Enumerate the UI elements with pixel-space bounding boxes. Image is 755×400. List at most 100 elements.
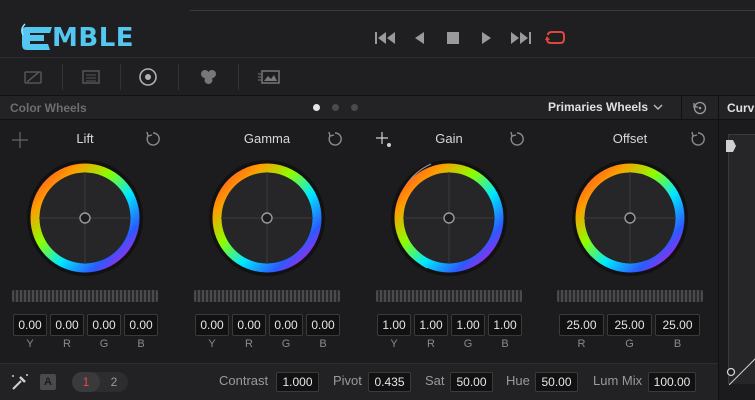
adjustment-bar: A 1 2 Contrast 1.000 Pivot 0.435 Sat 50.… bbox=[0, 363, 718, 400]
logo-e-mark bbox=[21, 23, 52, 50]
transport-controls bbox=[374, 28, 566, 48]
camera-raw-icon bbox=[24, 71, 42, 84]
lift-g-field[interactable]: 0.00 bbox=[87, 314, 121, 336]
wheel-reset-button[interactable] bbox=[509, 131, 525, 147]
wheel-lift: Lift 0.00 0.00 0.00 0.00 Y R G B bbox=[0, 120, 170, 363]
gain-g-field[interactable]: 1.00 bbox=[451, 314, 485, 336]
gamma-r-field[interactable]: 0.00 bbox=[232, 314, 266, 336]
lift-b-field[interactable]: 0.00 bbox=[124, 314, 158, 336]
auto-balance-button[interactable] bbox=[10, 373, 30, 391]
tool-color-wheels[interactable] bbox=[135, 64, 161, 90]
curves-panel bbox=[718, 120, 755, 400]
step-back-button[interactable] bbox=[408, 28, 430, 48]
color-wheels-header: Color Wheels Primaries Wheels bbox=[0, 96, 718, 120]
gamma-b-field[interactable]: 0.00 bbox=[306, 314, 340, 336]
sat-label: Sat bbox=[425, 373, 445, 388]
skip-to-end-icon bbox=[511, 32, 531, 44]
loop-icon bbox=[545, 31, 565, 44]
reset-icon bbox=[693, 101, 707, 115]
page-dot-2[interactable] bbox=[332, 104, 339, 111]
page-switcher: 1 2 bbox=[72, 372, 128, 392]
wheel-values: 0.00 0.00 0.00 0.00 bbox=[195, 314, 340, 336]
offset-r-field[interactable]: 25.00 bbox=[559, 314, 604, 336]
palette-toolbar bbox=[0, 58, 755, 96]
lift-r-field[interactable]: 0.00 bbox=[50, 314, 84, 336]
skip-to-start-button[interactable] bbox=[374, 28, 396, 48]
hue-label: Hue bbox=[506, 373, 530, 388]
channel-label: G bbox=[99, 338, 109, 350]
reset-icon bbox=[510, 131, 524, 146]
play-icon bbox=[482, 32, 491, 44]
curve-line bbox=[729, 358, 755, 385]
tool-color-match[interactable] bbox=[78, 64, 104, 90]
channel-label: B bbox=[137, 338, 145, 350]
contrast-label: Contrast bbox=[219, 373, 269, 388]
channel-label: B bbox=[319, 338, 327, 350]
gain-r-field[interactable]: 1.00 bbox=[414, 314, 448, 336]
lift-color-wheel[interactable] bbox=[25, 158, 145, 278]
gamma-y-field[interactable]: 0.00 bbox=[195, 314, 229, 336]
page-dot-1[interactable] bbox=[313, 104, 320, 111]
channel-label: Y bbox=[26, 338, 34, 350]
separator bbox=[62, 64, 63, 90]
reset-icon bbox=[146, 131, 160, 146]
wheel-gain: Gain 1.00 1.00 1.00 1.00 Y R G B bbox=[364, 120, 534, 363]
play-button[interactable] bbox=[476, 28, 498, 48]
pivot-field[interactable]: 0.435 bbox=[368, 372, 411, 392]
rgb-mixer-icon bbox=[201, 70, 216, 84]
pivot-label: Pivot bbox=[333, 373, 362, 388]
separator bbox=[120, 64, 121, 90]
page-dots bbox=[313, 104, 358, 111]
skip-to-start-icon bbox=[375, 32, 395, 44]
offset-b-field[interactable]: 25.00 bbox=[655, 314, 700, 336]
sat-field[interactable]: 50.00 bbox=[450, 372, 493, 392]
offset-g-field[interactable]: 25.00 bbox=[607, 314, 652, 336]
gain-b-field[interactable]: 1.00 bbox=[488, 314, 522, 336]
lum-mix-field[interactable]: 100.00 bbox=[648, 372, 696, 392]
reset-icon bbox=[691, 131, 705, 146]
channel-label: G bbox=[281, 338, 291, 350]
master-wheel-jog[interactable] bbox=[12, 290, 158, 302]
curve-point-bottom[interactable] bbox=[726, 367, 736, 377]
gain-color-wheel[interactable] bbox=[389, 158, 509, 278]
stop-button[interactable] bbox=[442, 28, 464, 48]
page-1-button[interactable]: 1 bbox=[72, 372, 100, 392]
gain-y-field[interactable]: 1.00 bbox=[377, 314, 411, 336]
wheel-values: 0.00 0.00 0.00 0.00 bbox=[13, 314, 158, 336]
loop-button[interactable] bbox=[544, 28, 566, 48]
hue-field[interactable]: 50.00 bbox=[535, 372, 578, 392]
master-wheel-jog[interactable] bbox=[557, 290, 703, 302]
divider bbox=[190, 10, 755, 11]
auto-color-button[interactable]: A bbox=[40, 374, 56, 390]
reset-all-button[interactable] bbox=[692, 100, 708, 116]
app-logo: MBLE bbox=[20, 18, 134, 58]
wheel-values: 1.00 1.00 1.00 1.00 bbox=[377, 314, 522, 336]
page-2-button[interactable]: 2 bbox=[100, 372, 128, 392]
master-wheel-jog[interactable] bbox=[376, 290, 522, 302]
contrast-field[interactable]: 1.000 bbox=[276, 372, 319, 392]
wheel-reset-button[interactable] bbox=[327, 131, 343, 147]
chevron-down-icon bbox=[653, 104, 663, 110]
master-wheel-jog[interactable] bbox=[194, 290, 340, 302]
gamma-g-field[interactable]: 0.00 bbox=[269, 314, 303, 336]
transport-bar: MBLE bbox=[0, 0, 755, 58]
wheels-mode-dropdown[interactable]: Primaries Wheels bbox=[548, 100, 663, 114]
wheel-reset-button[interactable] bbox=[690, 131, 706, 147]
offset-color-wheel[interactable] bbox=[570, 158, 690, 278]
separator bbox=[178, 64, 179, 90]
skip-to-end-button[interactable] bbox=[510, 28, 532, 48]
tool-rgb-mixer[interactable] bbox=[195, 64, 221, 90]
curves-graph[interactable] bbox=[726, 134, 755, 385]
channel-labels: Y R G B bbox=[13, 338, 158, 350]
gamma-color-wheel[interactable] bbox=[207, 158, 327, 278]
play-reverse-icon bbox=[415, 32, 424, 44]
channel-label: G bbox=[625, 338, 634, 350]
tool-camera-raw[interactable] bbox=[20, 64, 46, 90]
page-dot-3[interactable] bbox=[351, 104, 358, 111]
color-wheels-icon bbox=[139, 68, 157, 86]
wheel-reset-button[interactable] bbox=[145, 131, 161, 147]
reset-icon bbox=[328, 131, 342, 146]
lift-y-field[interactable]: 0.00 bbox=[13, 314, 47, 336]
channel-label: B bbox=[673, 338, 682, 350]
tool-motion-effects[interactable] bbox=[256, 64, 282, 90]
